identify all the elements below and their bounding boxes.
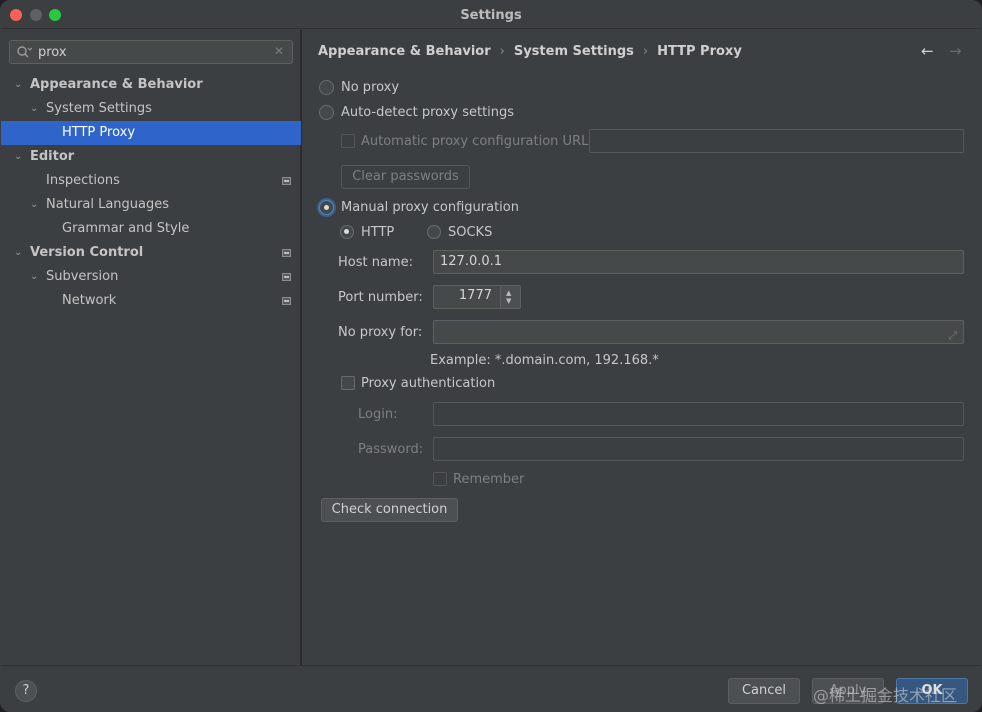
check-connection-button[interactable]: Check connection [321,498,458,522]
tree-item-appearance-behavior[interactable]: ⌄ Appearance & Behavior [1,73,301,97]
auto-config-url-label: Automatic proxy configuration URL: [361,134,593,149]
project-settings-icon [282,297,291,305]
tree-item-label: Grammar and Style [62,221,190,236]
search-icon [17,46,32,58]
tree-item-label: HTTP Proxy [62,125,136,140]
tree-item-version-control[interactable]: ⌄ Version Control [1,241,301,265]
breadcrumb-item: System Settings [513,44,634,59]
no-proxy-for-field[interactable]: ⤢ [433,320,964,344]
http-radio[interactable] [340,225,354,239]
port-number-stepper[interactable]: 1777 ▲ ▼ [433,285,521,309]
watermark: @稀土掘金技术社区 [813,686,958,705]
proxy-authentication-checkbox[interactable] [341,376,355,390]
settings-window: Settings ✕ ⌄ Appearance & Behavior ⌄ Sys… [0,0,982,712]
tree-item-grammar-and-style[interactable]: Grammar and Style [1,217,301,241]
decrement-icon[interactable]: ▼ [506,297,511,305]
breadcrumb-item: HTTP Proxy [657,44,742,59]
chevron-down-icon[interactable]: ⌄ [14,241,26,265]
chevron-down-icon[interactable]: ⌄ [30,265,42,289]
breadcrumb-separator: › [642,44,649,59]
no-proxy-radio[interactable] [319,80,334,95]
tree-item-label: Network [62,293,117,308]
no-proxy-example: Example: *.domain.com, 192.168.* [430,353,659,368]
tree-item-label: Editor [30,149,75,164]
port-number-label: Port number: [338,290,423,305]
tree-item-label: Subversion [46,269,119,284]
tree-item-system-settings[interactable]: ⌄ System Settings [1,97,301,121]
tree-item-natural-languages[interactable]: ⌄ Natural Languages [1,193,301,217]
window-title: Settings [460,8,522,23]
clear-search-icon[interactable]: ✕ [274,44,284,58]
socks-radio[interactable] [427,225,441,239]
expand-icon[interactable]: ⤢ [948,325,957,347]
project-settings-icon [282,249,291,257]
tree-item-label: Version Control [30,245,144,260]
dialog-footer: ? Cancel Apply OK @稀土掘金技术社区 [1,665,981,711]
chevron-down-icon[interactable]: ⌄ [30,193,42,217]
tree-item-label: Natural Languages [46,197,170,212]
back-arrow-icon[interactable]: ← [921,42,934,60]
settings-search-box[interactable]: ✕ [9,40,293,64]
settings-search-input[interactable] [38,43,268,61]
http-proxy-panel: Appearance & Behavior › System Settings › HT… [302,29,981,665]
tree-item-label: System Settings [46,101,152,116]
breadcrumb-item: Appearance & Behavior [318,44,491,59]
title-bar: Settings [1,1,981,29]
login-label: Login: [358,407,398,422]
tree-item-inspections[interactable]: Inspections [1,169,301,193]
project-settings-icon [282,177,291,185]
increment-icon[interactable]: ▲ [506,289,511,297]
auto-config-url-checkbox[interactable] [341,134,355,148]
breadcrumb-separator: › [499,44,505,59]
no-proxy-label[interactable]: No proxy [341,80,399,95]
remember-checkbox[interactable] [433,472,447,486]
cancel-button[interactable]: Cancel [728,678,800,704]
forward-arrow-icon[interactable]: → [949,42,962,60]
clear-passwords-button[interactable]: Clear passwords [341,165,470,189]
host-name-field[interactable]: 127.0.0.1 [433,250,964,274]
tree-item-subversion[interactable]: ⌄ Subversion [1,265,301,289]
tree-item-editor[interactable]: ⌄ Editor [1,145,301,169]
tree-item-label: Inspections [46,173,120,188]
manual-proxy-label[interactable]: Manual proxy configuration [341,200,519,215]
proxy-authentication-label[interactable]: Proxy authentication [361,376,495,391]
stepper-arrows[interactable]: ▲ ▼ [500,286,520,308]
settings-sidebar: ✕ ⌄ Appearance & Behavior ⌄ System Setti… [1,29,301,665]
breadcrumb: Appearance & Behavior › System Settings › HT… [318,44,742,59]
chevron-down-icon[interactable]: ⌄ [14,73,26,97]
chevron-down-icon[interactable]: ⌄ [14,145,26,169]
remember-label: Remember [453,472,525,487]
password-label: Password: [358,442,424,457]
auto-detect-radio[interactable] [319,105,334,120]
login-field[interactable] [433,402,964,426]
chevron-down-icon[interactable]: ⌄ [30,97,42,121]
tree-item-label: Appearance & Behavior [30,77,203,92]
project-settings-icon [282,273,291,281]
auto-config-url-field[interactable] [589,129,964,153]
http-label[interactable]: HTTP [361,225,394,240]
no-proxy-for-label: No proxy for: [338,325,423,340]
auto-detect-label[interactable]: Auto-detect proxy settings [341,105,514,120]
tree-item-http-proxy[interactable]: HTTP Proxy [1,121,301,145]
port-number-value: 1777 [458,288,492,303]
host-name-label: Host name: [338,255,413,270]
socks-label[interactable]: SOCKS [448,225,492,240]
password-field[interactable] [433,437,964,461]
manual-proxy-radio[interactable] [319,200,334,215]
tree-item-network[interactable]: Network [1,289,301,313]
help-button[interactable]: ? [15,680,37,702]
